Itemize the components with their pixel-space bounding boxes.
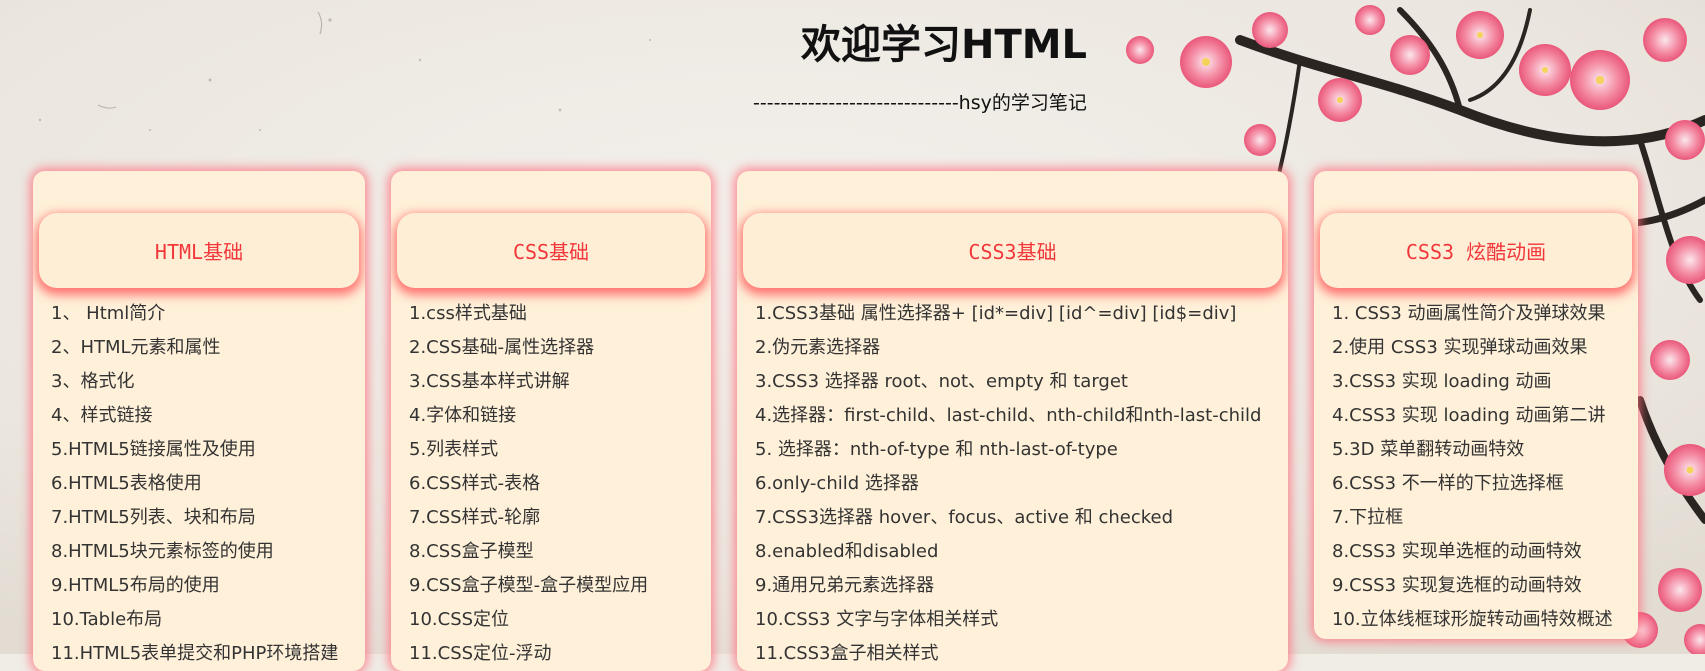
lesson-link[interactable]: 10.立体线框球形旋转动画特效概述 (1332, 603, 1613, 637)
card-header[interactable]: HTML基础 (39, 213, 359, 288)
lesson-link[interactable]: 6.CSS样式-表格 (409, 467, 648, 501)
lesson-link[interactable]: 4.选择器：first-child、last-child、nth-child和n… (755, 399, 1261, 433)
lesson-link[interactable]: 3、格式化 (51, 365, 338, 399)
lesson-link[interactable]: 10.CSS3 文字与字体相关样式 (755, 603, 1261, 637)
lesson-list: 1、 Html简介 2、HTML元素和属性 3、格式化 4、样式链接 5.HTM… (51, 297, 338, 671)
card-title: CSS3基础 (968, 240, 1057, 264)
lesson-list: 1. CSS3 动画属性简介及弹球效果 2.使用 CSS3 实现弹球动画效果 3… (1332, 297, 1613, 637)
lesson-link[interactable]: 8.enabled和disabled (755, 535, 1261, 569)
lesson-list: 1.css样式基础 2.CSS基础-属性选择器 3.CSS基本样式讲解 4.字体… (409, 297, 648, 671)
page-subtitle: ------------------------------hsy的学习笔记 (753, 92, 1087, 114)
card-title: CSS3 炫酷动画 (1405, 240, 1547, 264)
lesson-link[interactable]: 6.HTML5表格使用 (51, 467, 338, 501)
card-header[interactable]: CSS3基础 (743, 213, 1282, 288)
card-title: HTML基础 (154, 240, 244, 264)
page-title: 欢迎学习HTML (800, 22, 1088, 68)
lesson-link[interactable]: 2.CSS基础-属性选择器 (409, 331, 648, 365)
lesson-link[interactable]: 11.CSS3盒子相关样式 (755, 637, 1261, 671)
page-header: 欢迎学习HTML ------------------------------h… (0, 0, 1705, 150)
lesson-link[interactable]: 2.伪元素选择器 (755, 331, 1261, 365)
lesson-link[interactable]: 1、 Html简介 (51, 297, 338, 331)
card-title: CSS基础 (512, 240, 590, 264)
lesson-link[interactable]: 9.通用兄弟元素选择器 (755, 569, 1261, 603)
card-css3-animations: CSS3 炫酷动画 1. CSS3 动画属性简介及弹球效果 2.使用 CSS3 … (1314, 171, 1638, 639)
lesson-link[interactable]: 9.HTML5布局的使用 (51, 569, 338, 603)
lesson-link[interactable]: 8.CSS3 实现单选框的动画特效 (1332, 535, 1613, 569)
lesson-link[interactable]: 9.CSS盒子模型-盒子模型应用 (409, 569, 648, 603)
lesson-link[interactable]: 10.CSS定位 (409, 603, 648, 637)
lesson-link[interactable]: 7.CSS样式-轮廓 (409, 501, 648, 535)
lesson-link[interactable]: 11.HTML5表单提交和PHP环境搭建 (51, 637, 338, 671)
lesson-link[interactable]: 5.列表样式 (409, 433, 648, 467)
lesson-link[interactable]: 7.CSS3选择器 hover、focus、active 和 checked (755, 501, 1261, 535)
lesson-link[interactable]: 7.HTML5列表、块和布局 (51, 501, 338, 535)
lesson-link[interactable]: 1. CSS3 动画属性简介及弹球效果 (1332, 297, 1613, 331)
lesson-link[interactable]: 9.CSS3 实现复选框的动画特效 (1332, 569, 1613, 603)
lesson-link[interactable]: 3.CSS3 选择器 root、not、empty 和 target (755, 365, 1261, 399)
card-css3-basics: CSS3基础 1.CSS3基础 属性选择器+ [id*=div] [id^=di… (737, 171, 1288, 671)
lesson-link[interactable]: 3.CSS基本样式讲解 (409, 365, 648, 399)
lesson-link[interactable]: 1.CSS3基础 属性选择器+ [id*=div] [id^=div] [id$… (755, 297, 1261, 331)
lesson-link[interactable]: 5.3D 菜单翻转动画特效 (1332, 433, 1613, 467)
card-css-basics: CSS基础 1.css样式基础 2.CSS基础-属性选择器 3.CSS基本样式讲… (391, 171, 711, 671)
lesson-link[interactable]: 4.CSS3 实现 loading 动画第二讲 (1332, 399, 1613, 433)
lesson-link[interactable]: 5. 选择器：nth-of-type 和 nth-last-of-type (755, 433, 1261, 467)
lesson-link[interactable]: 2.使用 CSS3 实现弹球动画效果 (1332, 331, 1613, 365)
lesson-link[interactable]: 4.字体和链接 (409, 399, 648, 433)
lesson-link[interactable]: 4、样式链接 (51, 399, 338, 433)
lesson-link[interactable]: 5.HTML5链接属性及使用 (51, 433, 338, 467)
lesson-link[interactable]: 8.HTML5块元素标签的使用 (51, 535, 338, 569)
card-header[interactable]: CSS基础 (397, 213, 705, 288)
lesson-link[interactable]: 7.下拉框 (1332, 501, 1613, 535)
card-html-basics: HTML基础 1、 Html简介 2、HTML元素和属性 3、格式化 4、样式链… (33, 171, 365, 671)
lesson-link[interactable]: 10.Table布局 (51, 603, 338, 637)
lesson-link[interactable]: 3.CSS3 实现 loading 动画 (1332, 365, 1613, 399)
lesson-link[interactable]: 11.CSS定位-浮动 (409, 637, 648, 671)
lesson-link[interactable]: 6.only-child 选择器 (755, 467, 1261, 501)
lesson-link[interactable]: 2、HTML元素和属性 (51, 331, 338, 365)
lesson-list: 1.CSS3基础 属性选择器+ [id*=div] [id^=div] [id$… (755, 297, 1261, 671)
lesson-link[interactable]: 1.css样式基础 (409, 297, 648, 331)
lesson-link[interactable]: 6.CSS3 不一样的下拉选择框 (1332, 467, 1613, 501)
lesson-link[interactable]: 8.CSS盒子模型 (409, 535, 648, 569)
card-header[interactable]: CSS3 炫酷动画 (1320, 213, 1632, 288)
